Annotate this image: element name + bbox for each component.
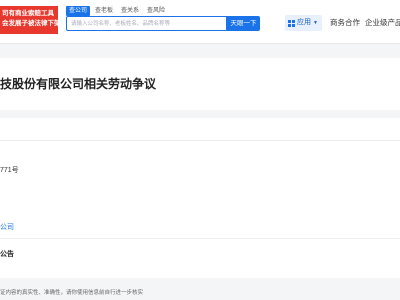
apps-menu-button[interactable]: 应用 ▼: [285, 15, 322, 31]
title-card: 技股份有限公司相关劳动争议: [0, 58, 400, 110]
chevron-down-icon: ▼: [313, 20, 318, 26]
search-box: [66, 16, 227, 31]
divider: [0, 238, 400, 239]
apps-label: 应用: [297, 19, 311, 26]
disclaimer-text: 证内容的真实性、准确性，请你使用信息前自行进一步核实: [0, 290, 144, 296]
promo-line-1: 司有商业索赔工具: [2, 10, 54, 17]
tab-risk[interactable]: 查风险: [144, 6, 168, 16]
page-title: 技股份有限公司相关劳动争议: [0, 77, 157, 91]
case-number: 771号: [0, 167, 19, 174]
tab-company[interactable]: 查公司: [66, 6, 91, 16]
nav-enterprise-products[interactable]: 企业级产品: [365, 15, 400, 31]
promo-line-2: 会发展子被法律下架的: [2, 20, 58, 27]
grid-icon: [288, 19, 295, 27]
search-button[interactable]: 天眼一下: [227, 16, 260, 31]
nav-business-cooperation[interactable]: 商务合作: [330, 15, 360, 31]
divider: [0, 140, 400, 141]
section-label-announcement: 公告: [0, 251, 14, 258]
promo-banner[interactable]: 司有商业索赔工具 会发展子被法律下架的: [0, 6, 58, 34]
search-input[interactable]: [71, 17, 221, 30]
tab-relations[interactable]: 查关系: [118, 6, 142, 16]
detail-card: 771号 公司 公告: [0, 118, 400, 278]
search-type-tabs: 查公司 查老板 查关系 查风险: [66, 6, 168, 16]
tab-boss[interactable]: 查老板: [92, 6, 116, 16]
company-link[interactable]: 公司: [0, 222, 14, 232]
top-navigation-bar: 司有商业索赔工具 会发展子被法律下架的 查公司 查老板 查关系 查风险 天眼一下…: [0, 0, 400, 44]
